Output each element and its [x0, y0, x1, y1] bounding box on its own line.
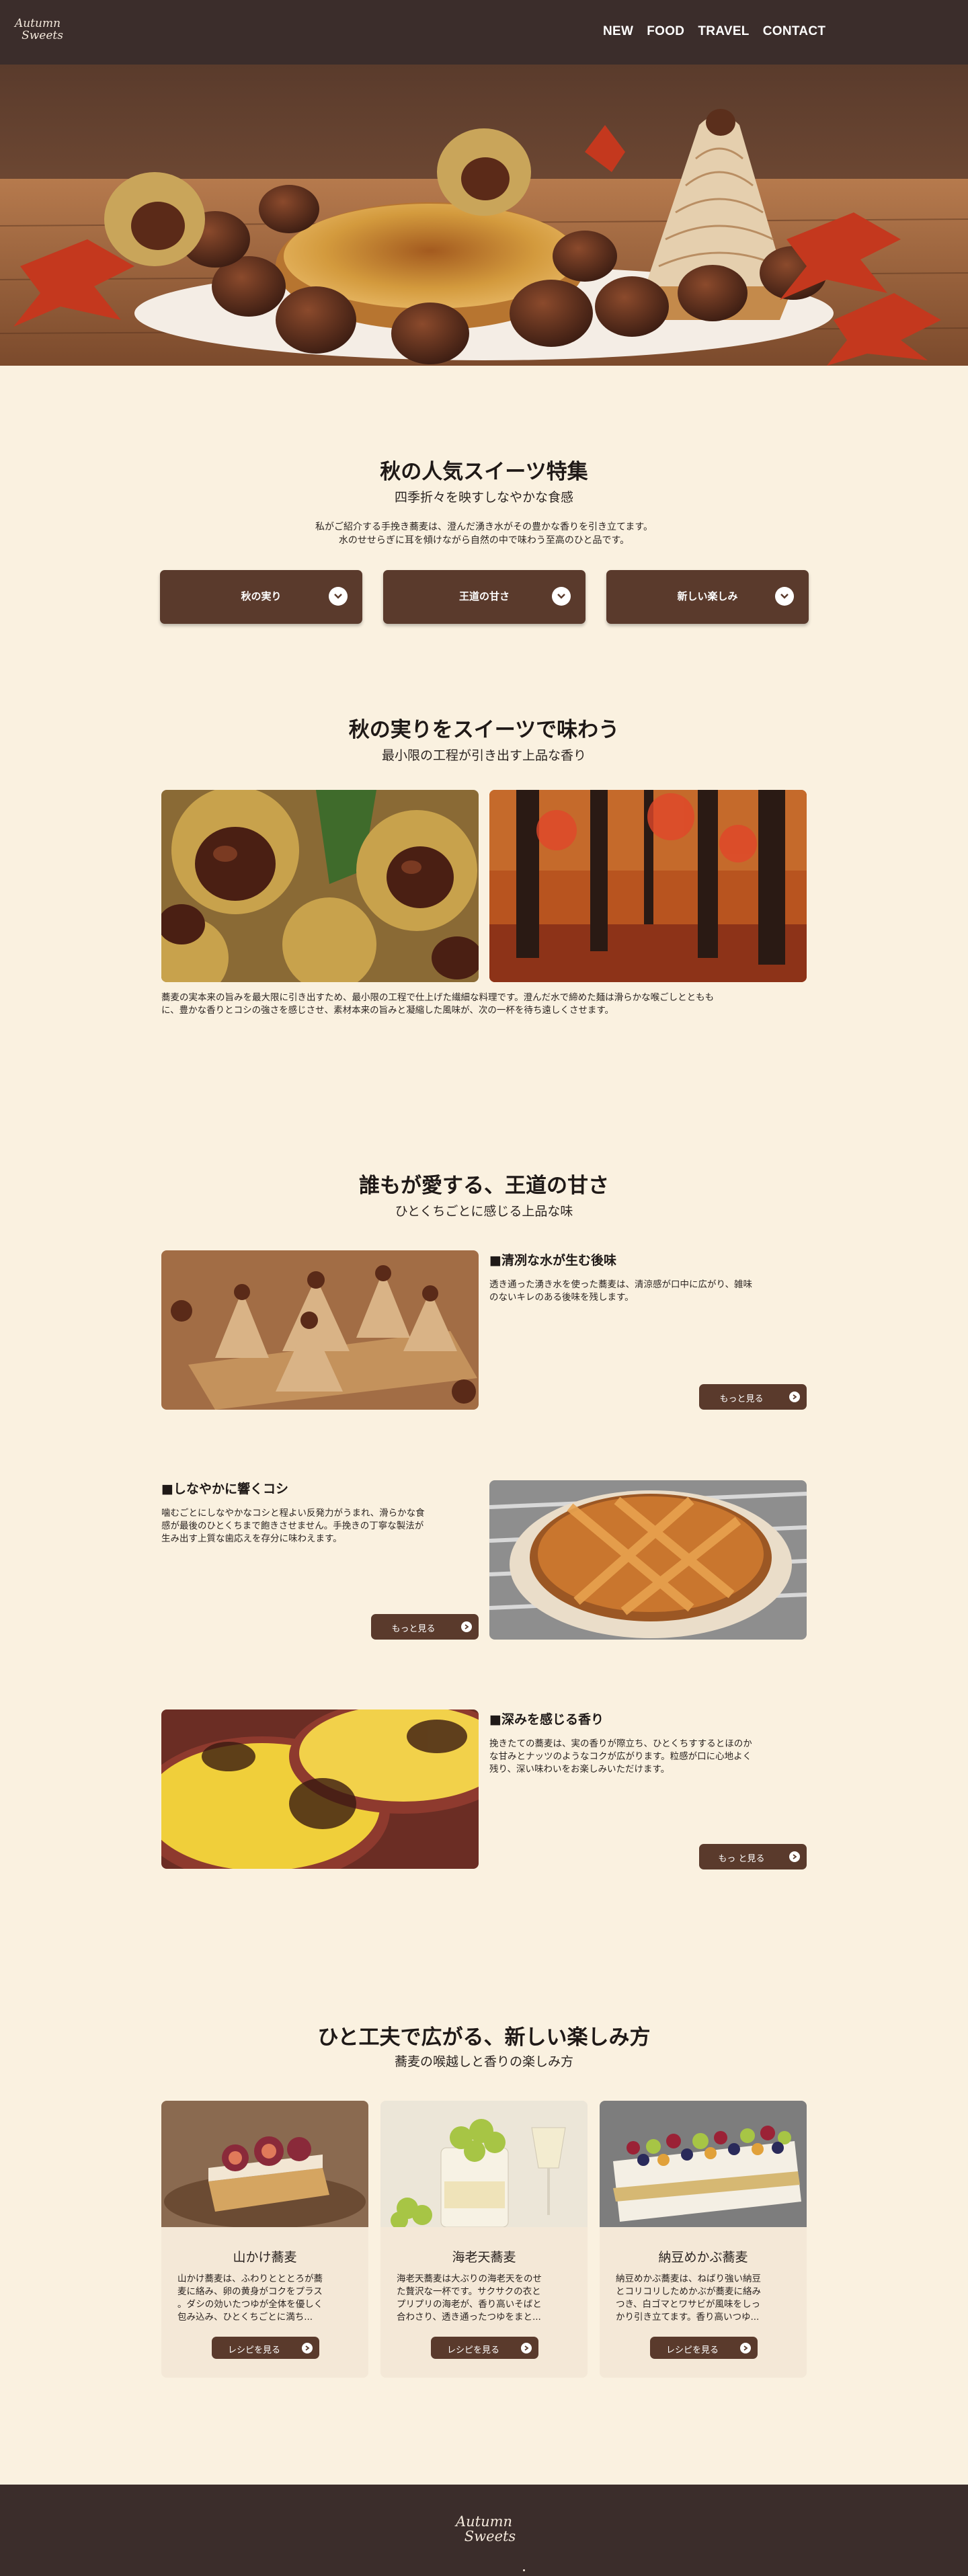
- apple-pie-photo: [489, 1480, 807, 1640]
- nav-travel[interactable]: TRAVEL: [698, 24, 749, 39]
- hero-image: [0, 65, 968, 366]
- newfun-title: ひと工夫で広がる、新しい楽しみ方: [317, 2025, 651, 2050]
- text-line: 山かけ蕎麦は、ふわりとととろが蕎: [177, 2273, 323, 2284]
- more-button-label: もっと見る: [719, 1394, 764, 1404]
- sweet-potato-photo: [161, 1709, 479, 1869]
- chevron-right-icon: [521, 2343, 532, 2353]
- recipe-name: 納豆めかぶ蕎麦: [658, 2250, 748, 2265]
- classic-item-3-text: 挽きたての蕎麦は、実の香りが際立ち、ひとくちすするとほのか な甘みとナッツのよう…: [489, 1738, 807, 1776]
- recipe-name: 山かけ蕎麦: [233, 2250, 297, 2265]
- classic-item-2-text: 噛むごとにしなやかなコシと程よい反発力がうまれ、滑らかな食 感が最後のひとくちま…: [161, 1507, 479, 1545]
- harvest-body: 蕎麦の実本来の旨みを最大限に引き出すため、最小限の工程で仕上げた繊細な料理です。…: [161, 992, 807, 1017]
- classic-item-1-text: 透き通った湧き水を使った蕎麦は、清涼感が口中に広がり、雑味 のないキレのある後味…: [489, 1279, 807, 1304]
- more-button-3[interactable]: もっ と見る: [699, 1844, 807, 1869]
- classics-title: 誰もが愛する、王道の甘さ: [359, 1174, 609, 1198]
- feature-intro-1: 私がご紹介する手挽き蕎麦は、澄んだ湧き水がその豊かな香りを引き立てます。: [315, 522, 653, 532]
- text-line: な甘みとナッツのようなコクが広がります。粒感が口に心地よく: [489, 1751, 752, 1762]
- classics-subtitle: ひとくちごとに感じる上品な味: [395, 1204, 573, 1219]
- classic-item-1-heading: ■清冽な水が生む後味: [489, 1253, 616, 1268]
- chevron-right-icon: [789, 1851, 800, 1862]
- text-line: 生み出す上質な歯応えを存分に味わえます。: [161, 1533, 342, 1544]
- recipe-card-2: 海老天蕎麦 海老天蕎麦は大ぶりの海老天をのせ た贅沢な一杯です。サクサクの衣と …: [380, 2101, 588, 2378]
- text-line: プリプリの海老が、香り高いそばと: [397, 2299, 542, 2310]
- more-button-label: もっ と見る: [718, 1854, 765, 1864]
- chevron-down-icon: [552, 587, 571, 606]
- more-button-1[interactable]: もっと見る: [699, 1384, 807, 1410]
- recipe-description: 海老天蕎麦は大ぶりの海老天をのせ た贅沢な一杯です。サクサクの衣と プリプリの海…: [397, 2273, 573, 2324]
- text-line: た贅沢な一杯です。サクサクの衣と: [397, 2286, 541, 2297]
- dropdown-classic-sweetness[interactable]: 王道の甘さ: [383, 570, 586, 624]
- footer-logo[interactable]: Autumn Sweets: [450, 2514, 518, 2549]
- text-line: 透き通った湧き水を使った蕎麦は、清涼感が口中に広がり、雑味: [489, 1279, 752, 1290]
- text-line: 麦に絡み、卵の黄身がコクをプラス: [177, 2286, 323, 2297]
- recipe-button-2[interactable]: レシピを見る: [431, 2337, 538, 2359]
- harvest-title: 秋の実りをスイーツで味わう: [348, 718, 620, 742]
- more-button-label: もっと見る: [391, 1624, 436, 1634]
- fruit-cake-photo: [600, 2101, 807, 2227]
- chevron-right-icon: [789, 1392, 800, 1402]
- autumn-forest-photo: [489, 790, 807, 982]
- feature-subtitle: 四季折々を映すしなやかな食感: [394, 490, 573, 505]
- recipe-button-label: レシピを見る: [227, 2345, 280, 2356]
- dropdown-autumn-harvest[interactable]: 秋の実り: [160, 570, 362, 624]
- harvest-body-line2: に、豊かな香りとコシの強さを感じさせ、素材本来の旨みと凝縮した風味が、次の一杯を…: [161, 1005, 614, 1016]
- text-line: 感が最後のひとくちまで飽きさせません。手挽きの丁寧な製法が: [161, 1521, 424, 1531]
- chevron-right-icon: [740, 2343, 751, 2353]
- text-line: とコリコリしためかぶが蕎麦に絡み: [616, 2286, 761, 2297]
- recipe-description: 山かけ蕎麦は、ふわりとととろが蕎 麦に絡み、卵の黄身がコクをプラス 。ダシの効い…: [177, 2273, 354, 2324]
- mont-blanc-photo: [161, 1250, 479, 1410]
- logo-line2: Sweets: [22, 29, 63, 42]
- site-header: Autumn Sweets NEW FOOD TRAVEL CONTACT: [0, 0, 968, 65]
- recipe-card-3: 納豆めかぶ蕎麦 納豆めかぶ蕎麦は、ねばり強い納豆 とコリコリしためかぶが蕎麦に絡…: [600, 2101, 807, 2378]
- recipe-card-1: 山かけ蕎麦 山かけ蕎麦は、ふわりとととろが蕎 麦に絡み、卵の黄身がコクをプラス …: [161, 2101, 368, 2378]
- nav-contact[interactable]: CONTACT: [763, 24, 826, 39]
- nav-food[interactable]: FOOD: [647, 24, 684, 39]
- text-line: のないキレのある後味を残します。: [489, 1292, 634, 1303]
- harvest-subtitle: 最小限の工程が引き出す上品な香り: [381, 748, 586, 763]
- text-line: つき、白ゴマとワサビが風味をしっ: [616, 2299, 761, 2310]
- classic-item-3-heading: ■深みを感じる香り: [489, 1712, 604, 1727]
- chevron-right-icon: [302, 2343, 313, 2353]
- site-logo[interactable]: Autumn Sweets: [11, 17, 65, 47]
- chestnuts-photo: [161, 790, 479, 982]
- text-line: 噛むごとにしなやかなコシと程よい反発力がうまれ、滑らかな食: [161, 1508, 425, 1519]
- newfun-subtitle: 蕎麦の喉越しと香りの楽しみ方: [394, 2054, 573, 2069]
- harvest-body-line1: 蕎麦の実本来の旨みを最大限に引き出すため、最小限の工程で仕上げた繊細な料理です。…: [161, 992, 715, 1003]
- feature-intro-2: 水のせせらぎに耳を傾けながら自然の中で味わう至高のひと品です。: [338, 535, 630, 546]
- text-line: 納豆めかぶ蕎麦は、ねばり強い納豆: [616, 2273, 761, 2284]
- text-line: 挽きたての蕎麦は、実の香りが際立ち、ひとくちすするとほのか: [489, 1738, 752, 1749]
- dropdown-new-fun[interactable]: 新しい楽しみ: [606, 570, 809, 624]
- classic-item-2-heading: ■しなやかに響くコシ: [161, 1482, 288, 1496]
- recipe-button-3[interactable]: レシピを見る: [650, 2337, 758, 2359]
- footer-dot: [523, 2569, 525, 2571]
- footer-logo-line1: Autumn: [455, 2513, 513, 2530]
- main-nav: NEW FOOD TRAVEL CONTACT: [603, 24, 825, 39]
- text-line: 。ダシの効いたつゆが全体を優しく: [177, 2299, 323, 2310]
- recipe-button-label: レシピを見る: [446, 2345, 499, 2356]
- fig-tart-photo: [161, 2101, 368, 2227]
- text-line: 残り、深い味わいをお楽しみいただけます。: [489, 1764, 670, 1775]
- chevron-down-icon: [775, 587, 794, 606]
- grape-parfait-photo: [380, 2101, 588, 2227]
- recipe-description: 納豆めかぶ蕎麦は、ねばり強い納豆 とコリコリしためかぶが蕎麦に絡み つき、白ゴマ…: [616, 2273, 792, 2324]
- text-line: 包み込み、ひとくちごとに満ち...: [177, 2312, 313, 2323]
- recipe-button-1[interactable]: レシピを見る: [212, 2337, 319, 2359]
- text-line: 合わさり、透き通ったつゆをまと...: [397, 2312, 541, 2323]
- site-footer: Autumn Sweets: [0, 2485, 968, 2576]
- feature-title: 秋の人気スイーツ特集: [380, 460, 588, 484]
- chevron-down-icon: [329, 587, 348, 606]
- text-line: 海老天蕎麦は大ぶりの海老天をのせ: [397, 2273, 542, 2284]
- more-button-2[interactable]: もっと見る: [371, 1614, 479, 1640]
- text-line: かり引き立てます。香り高いつゆ...: [616, 2312, 760, 2323]
- logo-line1: Autumn: [14, 17, 61, 30]
- chevron-right-icon: [461, 1621, 472, 1632]
- recipe-name: 海老天蕎麦: [452, 2250, 516, 2265]
- nav-new[interactable]: NEW: [603, 24, 633, 39]
- recipe-button-label: レシピを見る: [666, 2345, 719, 2356]
- footer-logo-line2: Sweets: [464, 2528, 516, 2544]
